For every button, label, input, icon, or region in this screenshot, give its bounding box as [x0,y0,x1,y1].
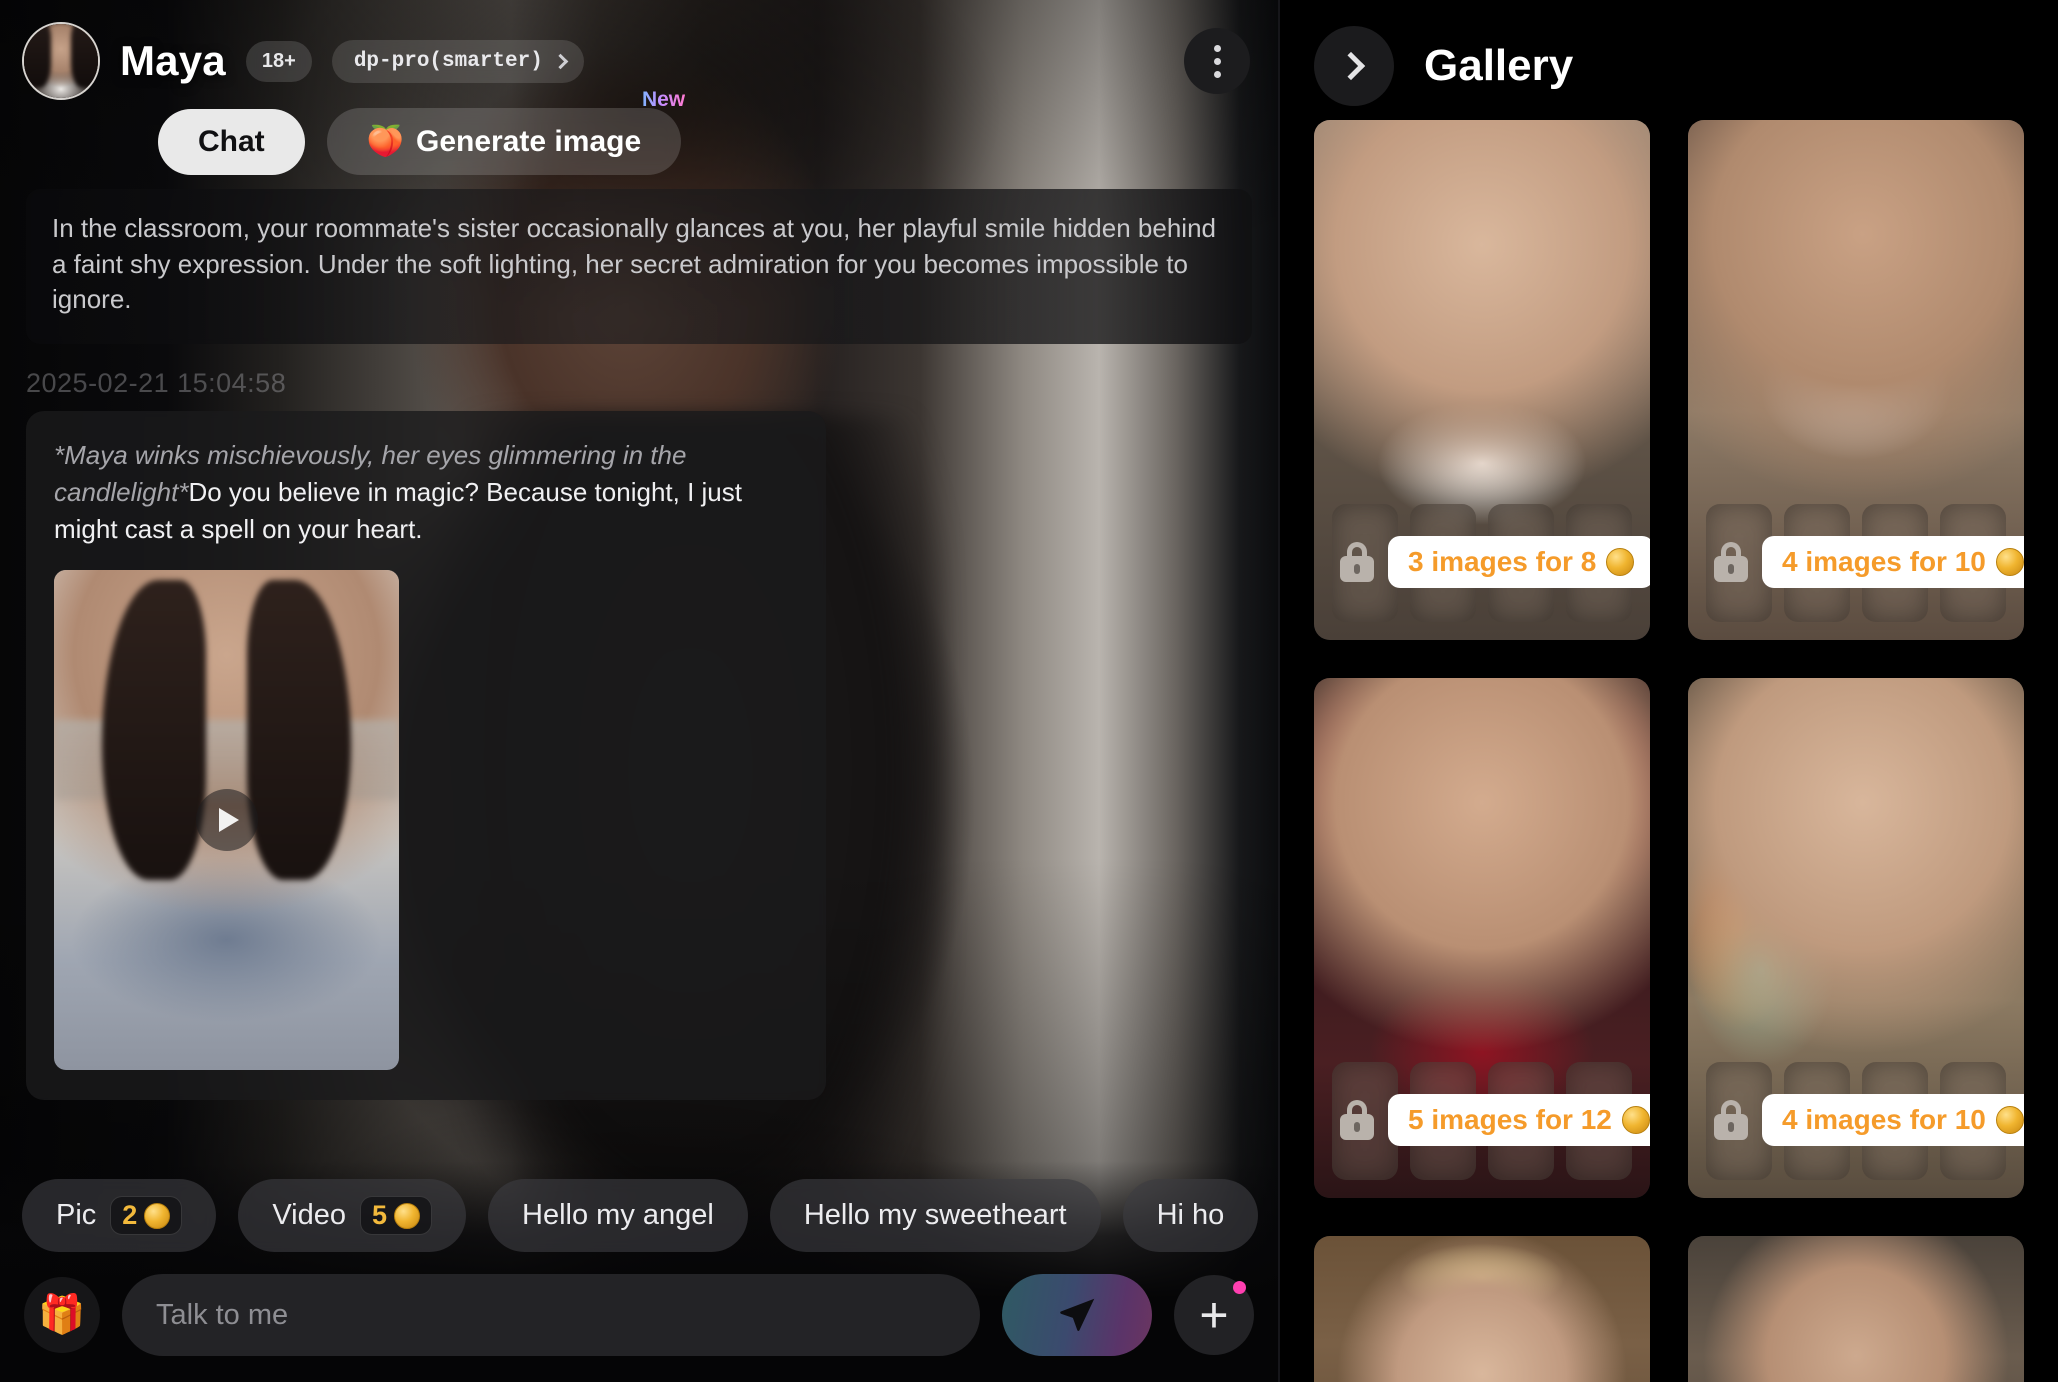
app-root: Maya 18+ dp-pro(smarter) Chat 🍑 Generate… [0,0,2058,1382]
gift-button[interactable]: 🎁 [24,1277,100,1353]
lock-icon [1714,542,1748,582]
kebab-menu-button[interactable] [1184,28,1250,94]
age-rating-badge: 18+ [245,40,312,82]
coin-icon [1995,548,2024,576]
peach-icon: 🍑 [366,125,405,158]
plus-icon: + [1199,1287,1229,1343]
gallery-header: Gallery [1280,0,2058,108]
coin-icon [1606,548,1635,576]
coin-icon [1995,1106,2024,1134]
tab-generate-image-label: Generate image [416,124,642,158]
message-bubble: *Maya winks mischievously, her eyes glim… [26,410,826,1100]
play-icon[interactable] [195,788,258,851]
quick-reply-label: Video [272,1199,346,1231]
new-badge: New [641,88,686,111]
notification-dot [1233,1281,1246,1294]
avatar-decor-left [24,24,51,88]
model-label: dp-pro(smarter) [353,49,543,73]
gallery-title: Gallery [1424,41,1574,90]
media-decor-left [102,579,206,880]
gallery-card-image [1314,1236,1650,1382]
gallery-card[interactable]: 5 images for 12 [1314,678,1650,1198]
tab-chat-label: Chat [198,124,265,158]
coin-icon [1621,1106,1650,1134]
message-text: *Maya winks mischievously, her eyes glim… [54,437,798,548]
quick-reply-greeting-3[interactable]: Hi ho [1122,1179,1259,1252]
gallery-card-price-row[interactable]: 4 images for 10 [1714,536,2024,588]
gallery-card[interactable]: 3 images for 8 [1314,120,1650,640]
gallery-card-price-row[interactable]: 3 images for 8 [1340,536,1650,588]
gallery-card-image [1688,1236,2024,1382]
tab-generate-image[interactable]: 🍑 Generate image New [326,88,685,175]
gallery-grid: 3 images for 8 4 images for 10 5 images … [1280,108,2058,1382]
send-button[interactable] [1002,1274,1152,1356]
gallery-price-badge: 4 images for 10 [1762,1094,2024,1146]
gift-icon: 🎁 [38,1294,86,1336]
kebab-dot [1213,70,1221,78]
gallery-card[interactable]: 4 images for 10 [1688,678,2024,1198]
message-timestamp: 2025-02-21 15:04:58 [26,367,287,398]
send-paper-plane-icon [1060,1298,1095,1331]
coin-icon [394,1202,421,1229]
quick-reply-greeting-1[interactable]: Hello my angel [488,1179,748,1252]
add-button[interactable]: + [1174,1275,1254,1355]
gallery-price-badge: 5 images for 12 [1388,1094,1650,1146]
pic-cost-badge: 2 [110,1196,183,1235]
quick-reply-chips: Pic 2 Video 5 Hello my angel Hello my sw… [0,1161,1278,1274]
gallery-price-label: 3 images for 8 [1408,546,1597,577]
gallery-pane: Gallery 3 images for 8 4 images for 10 5… [1278,0,2058,1382]
media-decor-right [247,579,351,880]
quick-reply-label: Hello my angel [522,1199,714,1231]
scenario-text: In the classroom, your roommate's sister… [26,189,1252,344]
model-selector[interactable]: dp-pro(smarter) [331,39,584,83]
avatar[interactable] [22,22,100,100]
character-name: Maya [120,37,226,84]
tab-chat[interactable]: Chat [158,108,305,175]
message-video-thumbnail[interactable] [54,569,399,1070]
gallery-card-price-row[interactable]: 5 images for 12 [1340,1094,1650,1146]
composer-area: Pic 2 Video 5 Hello my angel Hello my sw… [0,1161,1278,1382]
video-cost-badge: 5 [359,1196,433,1235]
message-input[interactable]: Talk to me [122,1274,980,1356]
message-input-placeholder: Talk to me [156,1298,289,1331]
lock-keyhole [1354,564,1360,574]
chat-pane: Maya 18+ dp-pro(smarter) Chat 🍑 Generate… [0,0,1278,1382]
play-triangle [219,807,239,832]
mode-tabs: Chat 🍑 Generate image New [0,88,1278,175]
chevron-right-icon [552,53,569,69]
lock-keyhole [1728,564,1734,574]
gallery-price-label: 4 images for 10 [1782,546,1986,577]
quick-reply-label: Hello my sweetheart [803,1199,1067,1231]
quick-reply-pic[interactable]: Pic 2 [22,1179,217,1252]
quick-reply-label: Pic [56,1199,97,1231]
chevron-right-icon [1336,51,1366,81]
gallery-price-badge: 3 images for 8 [1388,536,1650,588]
gallery-price-label: 5 images for 12 [1408,1104,1612,1135]
gallery-card[interactable]: 4 images for 10 [1688,120,2024,640]
gallery-card[interactable] [1688,1236,2024,1382]
gallery-card[interactable] [1314,1236,1650,1382]
gallery-card-price-row[interactable]: 4 images for 10 [1714,1094,2024,1146]
lock-keyhole [1354,1122,1360,1132]
lock-icon [1340,542,1374,582]
gallery-price-label: 4 images for 10 [1782,1104,1986,1135]
message-input-row: 🎁 Talk to me + [0,1274,1278,1356]
quick-reply-video[interactable]: Video 5 [238,1179,467,1252]
chat-header: Maya 18+ dp-pro(smarter) [0,0,1278,100]
kebab-dot [1213,57,1221,65]
video-cost-value: 5 [371,1200,388,1230]
pic-cost-value: 2 [122,1200,138,1230]
lock-icon [1714,1100,1748,1140]
gallery-price-badge: 4 images for 10 [1762,536,2024,588]
coin-icon [144,1202,171,1229]
gallery-collapse-button[interactable] [1314,26,1394,106]
lock-keyhole [1728,1122,1734,1132]
lock-icon [1340,1100,1374,1140]
kebab-dot [1213,44,1221,52]
avatar-decor-right [71,24,98,88]
quick-reply-greeting-2[interactable]: Hello my sweetheart [769,1179,1101,1252]
quick-reply-label: Hi ho [1156,1199,1225,1231]
